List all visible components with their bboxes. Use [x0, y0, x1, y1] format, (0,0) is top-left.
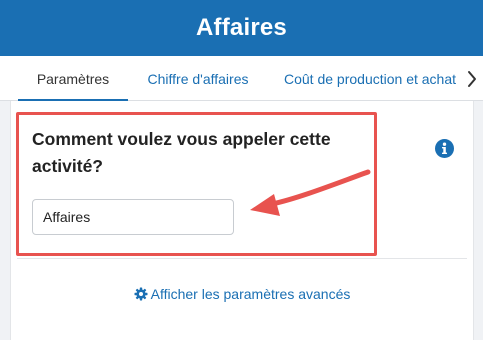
tab-cout-production-achat[interactable]: Coût de production et achat: [276, 56, 466, 101]
app-header: Affaires: [0, 0, 483, 56]
chevron-right-icon[interactable]: [465, 68, 479, 90]
tab-chiffre-affaires[interactable]: Chiffre d'affaires: [138, 56, 258, 101]
tab-parametres[interactable]: Paramètres: [18, 56, 128, 102]
divider: [17, 258, 467, 259]
gear-icon: [134, 287, 148, 301]
tab-bar: Paramètres Chiffre d'affaires Coût de pr…: [0, 56, 483, 102]
page-title: Affaires: [196, 14, 287, 41]
info-icon[interactable]: [435, 139, 454, 158]
annotation-arrow: [250, 169, 371, 216]
show-advanced-settings-link[interactable]: Afficher les paramètres avancés: [11, 284, 473, 304]
show-advanced-settings-label: Afficher les paramètres avancés: [150, 286, 351, 302]
